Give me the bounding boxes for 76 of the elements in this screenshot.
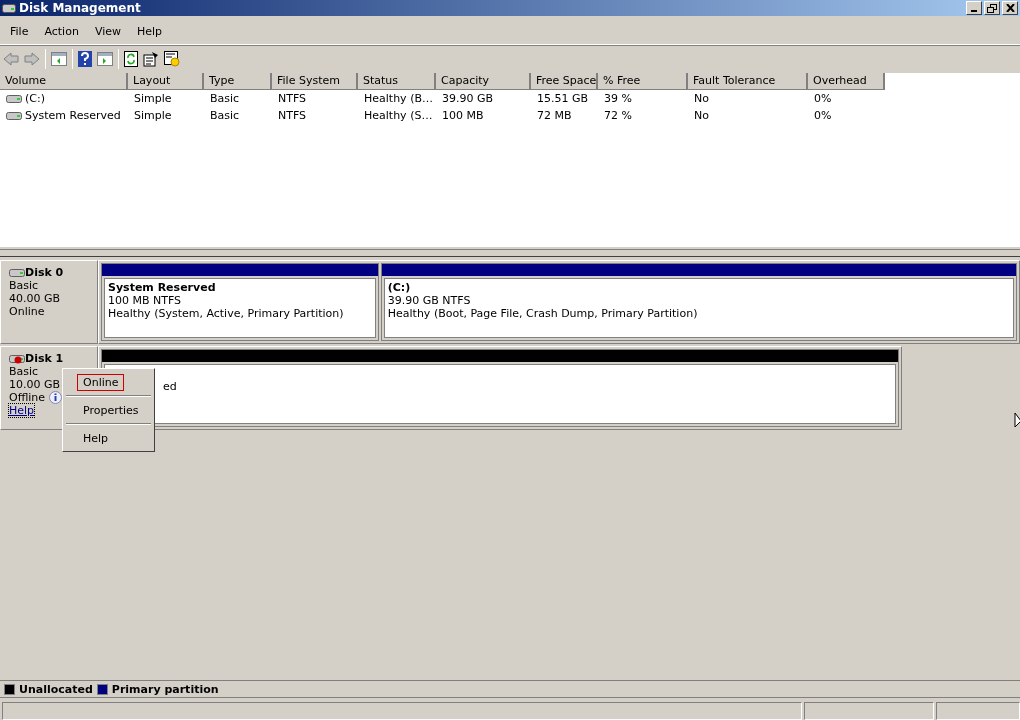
table-cell-text: No [693, 92, 710, 105]
disk-drive-icon [9, 267, 25, 278]
properties-icon[interactable] [143, 50, 159, 67]
table-cell-text: 72 % [603, 109, 633, 122]
column-header[interactable]: Type [204, 73, 272, 90]
close-icon [1005, 4, 1015, 12]
table-cell-text: 39.90 GB [441, 92, 495, 105]
partition-detail: ed [163, 380, 178, 393]
table-cell-text: NTFS [277, 92, 308, 105]
close-button[interactable] [1002, 1, 1018, 15]
table-cell-text: Healthy (B… [363, 92, 434, 105]
disk-name: Disk 1 [25, 352, 64, 365]
disk-management-icon [2, 2, 16, 14]
table-cell: System Reserved [0, 109, 128, 122]
table-cell: (C:) [0, 92, 128, 105]
disk-drive-icon [6, 93, 22, 104]
disk-detail: 40.00 GB [9, 292, 61, 305]
context-menu-item[interactable]: Online [77, 373, 125, 391]
help-icon[interactable] [78, 50, 92, 67]
menu-item[interactable]: View [86, 25, 129, 38]
table-cell-text: 0% [813, 92, 833, 105]
disk-detail: Offline [9, 391, 46, 404]
minimize-button[interactable] [966, 1, 982, 15]
column-header[interactable]: Fault Tolerance [688, 73, 808, 90]
window-title: Disk Management [19, 1, 141, 15]
disk-drive-icon [6, 110, 22, 121]
legend-label: Primary partition [111, 682, 219, 696]
column-header[interactable]: % Free [598, 73, 688, 90]
menu-item[interactable]: Action [36, 25, 87, 38]
column-header[interactable]: Volume [0, 73, 128, 90]
table-cell-text: Simple [133, 92, 173, 105]
partition-detail: Healthy (System, Active, Primary Partition) [108, 307, 345, 320]
table-cell-text: NTFS [277, 109, 308, 122]
disk-detail: Online [9, 305, 45, 318]
table-cell-text: No [693, 109, 710, 122]
menu-item[interactable]: File [2, 25, 37, 38]
restore-icon [987, 3, 997, 13]
partition-title: (C:) [387, 281, 412, 294]
legend-label: Unallocated [19, 682, 93, 696]
splitter[interactable] [0, 249, 1020, 257]
mouse-pointer-icon [1014, 412, 1020, 430]
table-cell-text: 15.51 GB [536, 92, 590, 105]
table-cell-text: Basic [209, 109, 241, 122]
disk-info-panel[interactable]: Disk 0 Basic 40.00 GB Online [0, 260, 98, 344]
show-hide-tree-icon[interactable] [51, 51, 67, 66]
restore-button[interactable] [984, 1, 1000, 15]
menu-item[interactable]: Help [129, 25, 171, 38]
refresh-icon[interactable] [124, 50, 138, 67]
settings-icon[interactable] [164, 50, 180, 67]
partition-title: System Reserved [108, 281, 217, 294]
partition-detail: Healthy (Boot, Page File, Crash Dump, Primary Partition) [387, 307, 699, 320]
context-menu-item[interactable]: Help [77, 429, 115, 447]
table-cell-text: Basic [209, 92, 241, 105]
column-header[interactable]: Layout [128, 73, 204, 90]
partition-detail: 100 MB NTFS [108, 294, 183, 307]
table-cell-text: 72 MB [536, 109, 573, 122]
action-pane-icon[interactable] [97, 51, 113, 66]
help-link[interactable]: Help [9, 404, 35, 417]
table-cell-text: Simple [133, 109, 173, 122]
table-cell-text: 100 MB [441, 109, 485, 122]
partition-detail: 39.90 GB NTFS [387, 294, 472, 307]
disk-detail: Basic [9, 365, 39, 378]
column-header[interactable]: Status [358, 73, 436, 90]
info-icon[interactable] [49, 391, 63, 404]
column-header[interactable]: Capacity [436, 73, 531, 90]
disk-detail: Basic [9, 279, 39, 292]
primary-partition[interactable]: (C:) 39.90 GB NTFS Healthy (Boot, Page File, Crash Dump, Primary Partition) [380, 263, 1017, 341]
table-cell-text: 39 % [603, 92, 633, 105]
column-header[interactable]: Free Space [531, 73, 598, 90]
table-cell-text: 0% [813, 109, 833, 122]
disk-detail: 10.00 GB [9, 378, 61, 391]
column-header[interactable]: Overhead [808, 73, 885, 90]
primary-partition[interactable]: System Reserved 100 MB NTFS Healthy (System, Active, Primary Partition) [101, 263, 379, 341]
column-header[interactable]: File System [272, 73, 358, 90]
disk-name: Disk 0 [25, 266, 64, 279]
table-cell-text: Healthy (S… [363, 109, 434, 122]
